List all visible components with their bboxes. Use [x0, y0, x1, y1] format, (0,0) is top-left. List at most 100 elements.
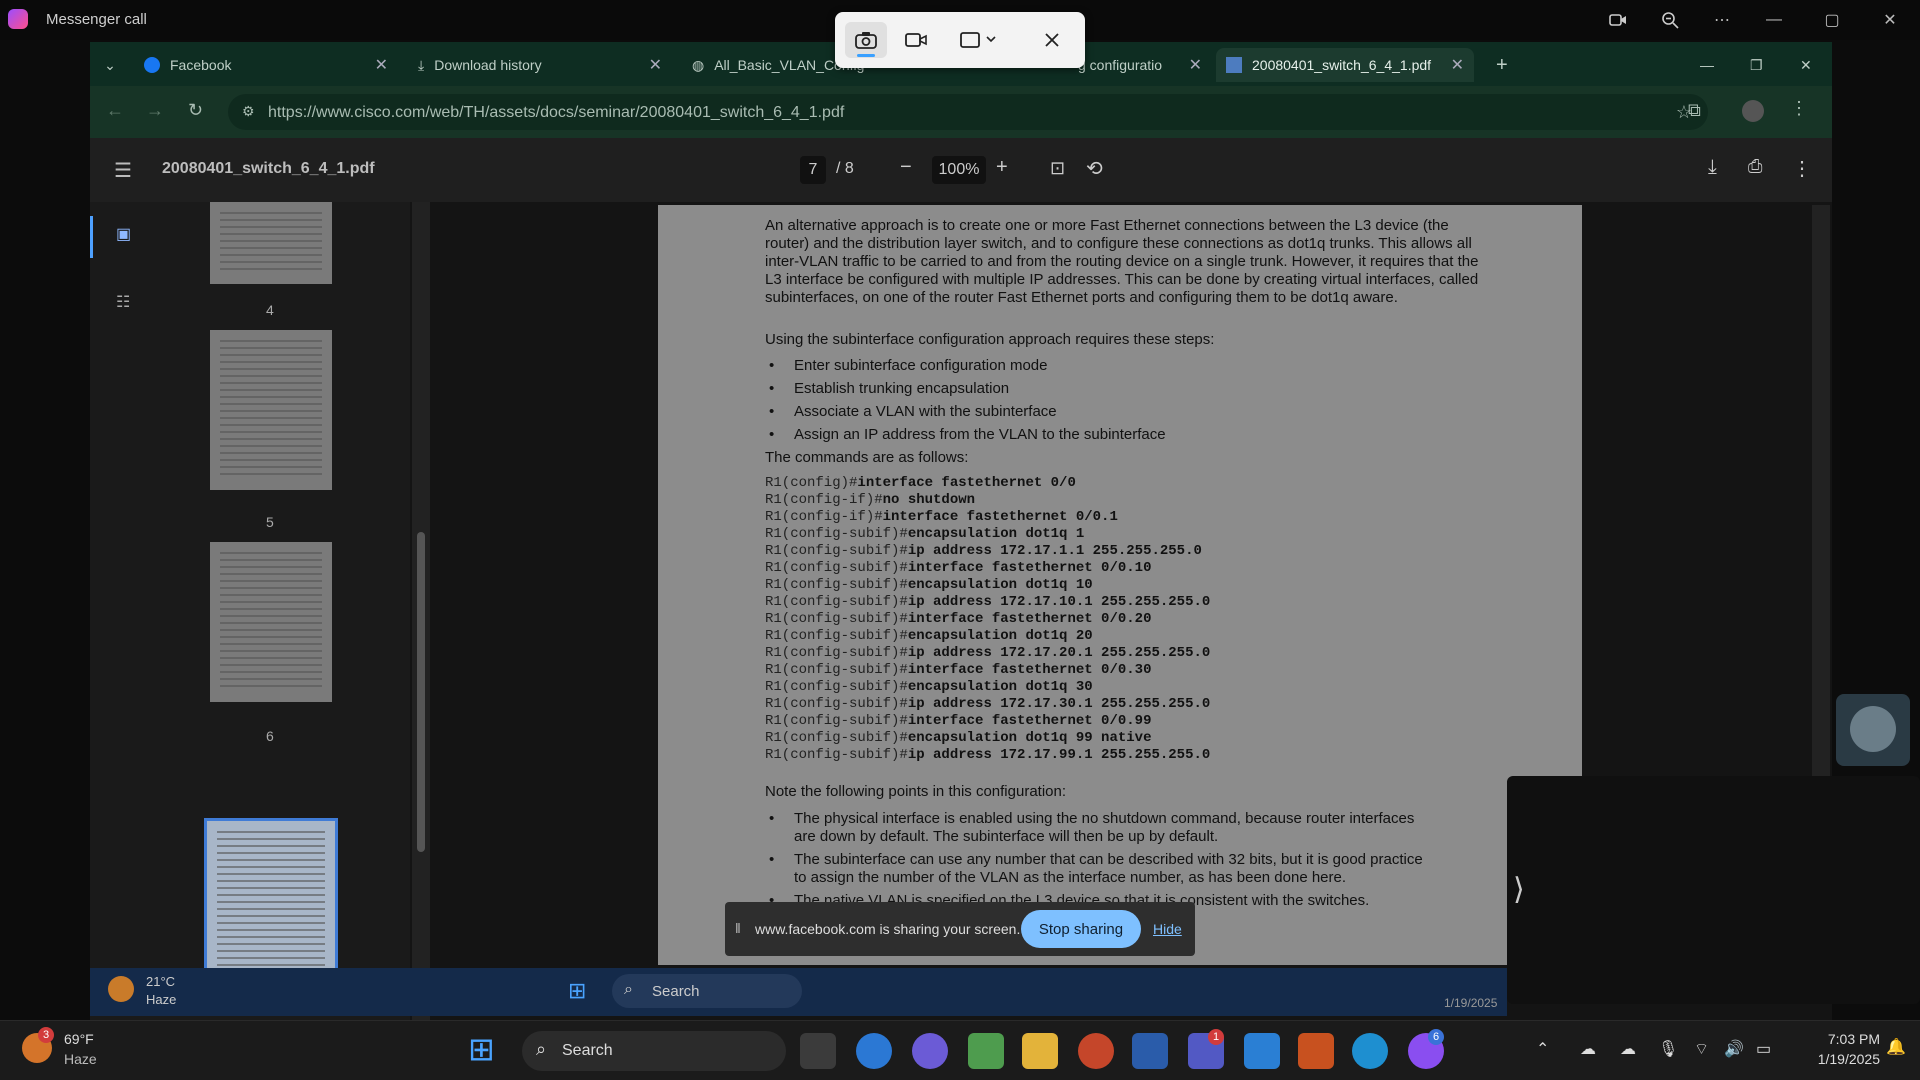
tab-close-icon[interactable]: ✕ [375, 55, 388, 75]
site-info-icon[interactable]: ⚙ [242, 103, 255, 120]
capture-mode-dropdown[interactable] [951, 22, 1007, 58]
code-line: R1(config-subif)#ip address 172.17.30.1 … [765, 696, 1210, 713]
caller-avatar[interactable] [1836, 694, 1910, 766]
profile-avatar[interactable] [1742, 100, 1764, 122]
copilot-icon[interactable] [912, 1033, 948, 1069]
browser-close-icon[interactable]: ✕ [1790, 48, 1822, 82]
zoom-out-icon[interactable] [1656, 8, 1684, 32]
start-icon[interactable]: ⊞ [468, 1033, 495, 1065]
thumbnail-page-7[interactable] [204, 818, 338, 990]
browser-menu-icon[interactable]: ⋮ [1790, 98, 1808, 119]
thumbnail-page-6[interactable] [210, 542, 332, 702]
print-icon[interactable]: ⎙ [1748, 156, 1762, 177]
thumbnail-page-4[interactable] [210, 202, 332, 284]
hamburger-menu-icon[interactable]: ☰ [114, 158, 132, 183]
vscode-icon[interactable] [1244, 1033, 1280, 1069]
task-view-icon[interactable] [800, 1033, 836, 1069]
taskbar-temp: 69°F [64, 1031, 94, 1047]
clock-date[interactable]: 1/19/2025 [1798, 1051, 1880, 1067]
record-button[interactable] [895, 22, 937, 58]
word-icon[interactable] [1132, 1033, 1168, 1069]
file-explorer-icon[interactable] [1022, 1033, 1058, 1069]
hide-share-bar-link[interactable]: Hide [1153, 921, 1182, 937]
wifi-icon[interactable]: ⌔ [1694, 1039, 1709, 1059]
zoom-out-button[interactable]: − [900, 156, 912, 179]
tab-pdf[interactable]: 20080401_switch_6_4_1.pdf ✕ [1216, 48, 1474, 82]
scroll-thumb[interactable] [417, 532, 425, 852]
code-command: encapsulation dot1q 99 native [907, 730, 1152, 746]
download-icon[interactable]: ⤓ [1708, 156, 1717, 179]
cloud-icon[interactable]: ☁ [1620, 1039, 1636, 1059]
video-icon[interactable] [1604, 8, 1632, 32]
xampp-icon[interactable] [1298, 1033, 1334, 1069]
tab-facebook[interactable]: Facebook ✕ [134, 48, 398, 82]
outline-icon[interactable]: ☷ [116, 292, 130, 312]
tab-close-icon[interactable]: ✕ [1451, 55, 1464, 75]
microphone-icon[interactable]: 🎙 [1658, 1039, 1678, 1059]
paragraph-commands-intro: The commands are as follows: [765, 449, 969, 466]
search-box[interactable]: ⌕ Search [522, 1031, 786, 1071]
capture-close-button[interactable] [1031, 22, 1073, 58]
zoom-in-button[interactable]: + [996, 156, 1008, 179]
pdf-filename: 20080401_switch_6_4_1.pdf [162, 160, 375, 177]
code-prompt: R1(config-subif)# [765, 628, 908, 644]
minimize-icon[interactable]: — [1760, 8, 1788, 32]
facebook-icon [144, 57, 160, 73]
extensions-icon[interactable]: ⧉ [1688, 100, 1701, 121]
edge-icon[interactable] [1352, 1033, 1388, 1069]
search-label: Search [562, 1042, 613, 1059]
weather-badge: 3 [38, 1027, 54, 1043]
thumbnail-page-5[interactable] [210, 330, 332, 490]
tab-close-icon[interactable]: ✕ [649, 55, 662, 75]
sidebar-scrollbar[interactable] [412, 202, 430, 1052]
tab-close-icon[interactable]: ✕ [1189, 55, 1202, 75]
code-prompt: R1(config-if)# [765, 492, 883, 508]
thumbnails-icon[interactable]: ▣ [116, 224, 131, 244]
notifications-icon[interactable]: 🔔 [1886, 1037, 1906, 1057]
code-prompt: R1(config-subif)# [765, 526, 908, 542]
code-command: interface fastethernet 0/0.30 [907, 662, 1152, 678]
onedrive-icon[interactable]: ☁ [1580, 1039, 1596, 1059]
code-command: interface fastethernet 0/0.1 [882, 509, 1118, 525]
page-number-input[interactable]: 7 [800, 156, 826, 184]
browser-minimize-icon[interactable]: — [1690, 48, 1724, 82]
close-icon [1045, 33, 1059, 47]
clock-time[interactable]: 7:03 PM [1798, 1031, 1880, 1047]
new-tab-button[interactable]: + [1486, 48, 1518, 82]
zoom-level-input[interactable]: 100% [932, 156, 986, 184]
forward-icon[interactable]: → [146, 100, 164, 121]
tab-search-icon[interactable]: ⌄ [90, 48, 130, 82]
code-command: no shutdown [882, 492, 976, 508]
fit-page-icon[interactable]: ⊡ [1050, 158, 1065, 179]
app-icon[interactable] [968, 1033, 1004, 1069]
powerpoint-icon[interactable] [1078, 1033, 1114, 1069]
rectangle-chevron-icon [960, 32, 996, 48]
battery-icon[interactable]: ▭ [1756, 1039, 1771, 1059]
address-bar[interactable]: ⚙ https://www.cisco.com/web/TH/assets/do… [228, 94, 1708, 130]
pdf-more-icon[interactable]: ⋮ [1792, 156, 1812, 181]
code-line: R1(config-subif)#interface fastethernet … [765, 662, 1210, 679]
close-icon[interactable]: ✕ [1876, 8, 1904, 32]
messenger-logo-icon [8, 9, 28, 29]
tab-configuration[interactable]: g configuratio ✕ [1068, 48, 1212, 82]
reload-icon[interactable]: ↻ [188, 100, 203, 121]
windows-start-icon[interactable]: ⊞ [568, 978, 586, 1004]
expand-panel-icon[interactable]: ⟩ [1513, 872, 1525, 907]
stop-sharing-button[interactable]: Stop sharing [1021, 910, 1141, 948]
more-options-icon[interactable]: ⋯ [1708, 8, 1736, 32]
thumbnail-sidebar: ▣ ☷ 4 5 6 7 [90, 202, 430, 1052]
browser-maximize-icon[interactable]: ❐ [1740, 48, 1773, 82]
tab-download-history[interactable]: ⤓ Download history ✕ [408, 48, 672, 82]
volume-icon[interactable]: 🔊 [1724, 1039, 1744, 1059]
globe-icon: ◍ [692, 56, 705, 73]
screenshot-button[interactable] [845, 22, 887, 58]
maximize-icon[interactable]: ▢ [1818, 8, 1846, 32]
inner-search-box[interactable]: ⌕ Search [612, 974, 802, 1008]
back-icon[interactable]: ← [106, 100, 124, 121]
video-panel: ⟩ [1507, 776, 1920, 1004]
chevron-up-icon[interactable]: ⌃ [1536, 1039, 1549, 1059]
rotate-icon[interactable]: ⟲ [1086, 156, 1103, 181]
drag-handle-icon[interactable]: ‖ [735, 920, 741, 936]
code-line: R1(config-subif)#ip address 172.17.10.1 … [765, 594, 1210, 611]
chrome-icon[interactable] [856, 1033, 892, 1069]
